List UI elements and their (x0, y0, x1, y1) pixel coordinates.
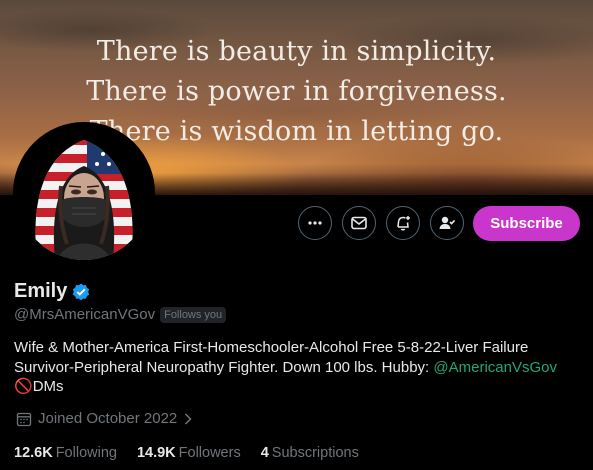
subscriptions-label: Subscriptions (271, 445, 359, 461)
verified-badge-icon[interactable] (71, 282, 91, 302)
no-entry-emoji: 🚫 (14, 378, 33, 395)
profile-avatar[interactable] (13, 122, 155, 264)
profile-page: There is beauty in simplicity. There is … (0, 0, 593, 470)
bio-line: Survivor-Peripheral Neuropathy Fighter. … (14, 358, 584, 378)
calendar-icon (16, 411, 32, 427)
handle-row: @MrsAmericanVGov Follows you (14, 306, 227, 323)
bio-text: DMs (32, 378, 64, 395)
banner-quote-line: There is power in forgiveness. (86, 76, 507, 107)
notifications-button[interactable] (386, 206, 420, 240)
person-check-icon (439, 216, 456, 229)
followers-stat[interactable]: 14.9K Followers (137, 445, 241, 461)
subscriptions-count: 4 (260, 445, 269, 461)
avatar-image (17, 126, 151, 260)
joined-date[interactable]: Joined October 2022 (16, 410, 193, 427)
handle: @MrsAmericanVGov (14, 306, 156, 323)
following-stat[interactable]: 12.6K Following (14, 445, 117, 461)
message-icon (351, 216, 367, 230)
subscriptions-stat[interactable]: 4 Subscriptions (261, 445, 359, 461)
bio: Wife & Mother-America First-Homeschooler… (14, 338, 584, 397)
more-icon (308, 221, 322, 225)
bio-text: Survivor-Peripheral Neuropathy Fighter. … (14, 358, 434, 376)
following-label: Following (55, 445, 117, 461)
chevron-right-icon (183, 412, 193, 426)
bio-line: Wife & Mother-America First-Homeschooler… (14, 339, 529, 356)
follows-you-badge: Follows you (160, 306, 227, 323)
subscribe-button[interactable]: Subscribe (473, 206, 580, 241)
joined-text: Joined October 2022 (38, 410, 178, 427)
followers-label: Followers (178, 445, 241, 461)
message-button[interactable] (342, 206, 376, 240)
bio-mention-link[interactable]: @AmericanVsGov (433, 359, 557, 376)
profile-stats: 12.6K Following 14.9K Followers 4 Subscript… (14, 445, 379, 461)
display-name: Emily (14, 280, 91, 303)
bio-line: 🚫DMs (14, 377, 584, 397)
display-name-text: Emily (14, 280, 68, 302)
following-count: 12.6K (14, 445, 53, 461)
following-button[interactable] (430, 206, 464, 240)
banner-quote-line: There is beauty in simplicity. (96, 36, 497, 67)
more-button[interactable] (298, 206, 332, 240)
followers-count: 14.9K (136, 445, 176, 461)
bell-plus-icon (397, 216, 410, 231)
